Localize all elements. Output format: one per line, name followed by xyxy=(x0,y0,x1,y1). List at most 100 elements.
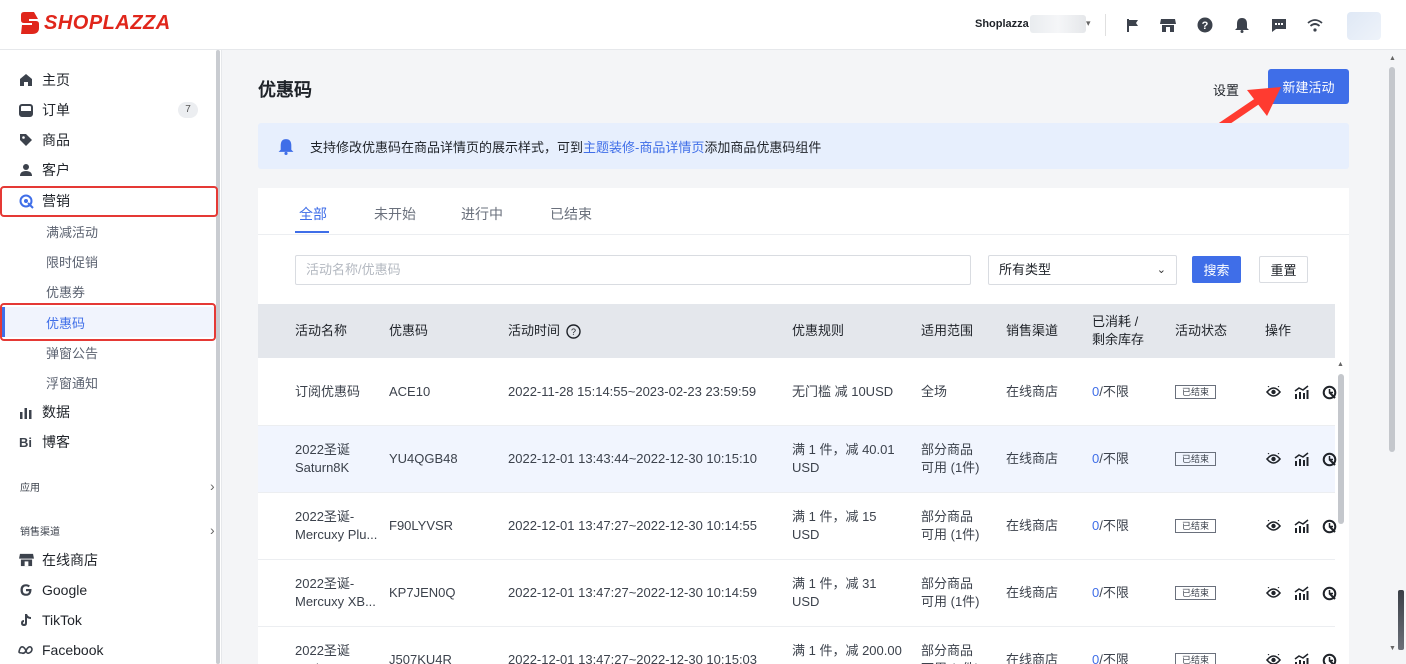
stats-chart-icon[interactable] xyxy=(1293,384,1309,400)
analysis-icon[interactable] xyxy=(1321,518,1337,534)
analysis-icon[interactable] xyxy=(1321,652,1337,664)
status-badge: 已结束 xyxy=(1175,586,1217,600)
bell-icon[interactable] xyxy=(1232,15,1252,35)
tab-not-started[interactable]: 未开始 xyxy=(374,204,416,224)
stats-chart-icon[interactable] xyxy=(1293,652,1309,664)
scroll-down-icon[interactable]: ▼ xyxy=(1389,645,1396,652)
cell-code: YU4QGB48 xyxy=(389,451,458,466)
bell-icon xyxy=(278,138,294,155)
scroll-up-icon[interactable]: ▲ xyxy=(1389,55,1396,62)
notice-link[interactable]: 主题装修-商品详情页 xyxy=(583,137,704,156)
chevron-right-icon: › xyxy=(210,522,215,538)
tab-ended[interactable]: 已结束 xyxy=(550,204,592,224)
blog-icon: Bi xyxy=(18,434,34,450)
help-circle-icon[interactable]: ? xyxy=(566,323,581,339)
sidebar-sub-popup[interactable]: 弹窗公告 xyxy=(0,337,216,367)
sidebar-item-home[interactable]: 主页 xyxy=(0,65,216,95)
cell-status: 已结束 xyxy=(1175,359,1217,425)
view-eye-icon[interactable] xyxy=(1265,518,1281,534)
view-eye-icon[interactable] xyxy=(1265,652,1281,664)
reset-button[interactable]: 重置 xyxy=(1259,256,1308,283)
notice-text-after: 添加商品优惠码组件 xyxy=(704,139,822,155)
col-status: 活动状态 xyxy=(1175,323,1228,338)
view-eye-icon[interactable] xyxy=(1265,384,1281,400)
side-widget[interactable] xyxy=(1398,590,1404,650)
table-row[interactable]: 2022圣诞-Mercuxy Plu... F90LYVSR 2022-12-0… xyxy=(258,493,1337,560)
sidebar-channel-google[interactable]: Google xyxy=(0,575,216,605)
google-icon xyxy=(18,582,34,598)
cell-code: J507KU4R xyxy=(389,652,452,664)
col-actions: 操作 xyxy=(1265,323,1292,338)
used-count-link[interactable]: 0 xyxy=(1092,651,1099,664)
cell-time: 2022-12-01 13:47:27~2022-12-30 10:14:59 xyxy=(508,585,758,600)
cell-scope: 部分商品可用 (1件) xyxy=(921,576,980,609)
table-row[interactable]: 2022圣诞Saturn8K YU4QGB48 2022-12-01 13:43… xyxy=(258,426,1337,493)
table-row[interactable]: 2022圣诞Jupiter J507KU4R 2022-12-01 13:47:… xyxy=(258,627,1337,664)
sidebar-sub-floating-notice[interactable]: 浮窗通知 xyxy=(0,367,216,397)
view-eye-icon[interactable] xyxy=(1265,585,1281,601)
sidebar-item-label: Facebook xyxy=(42,642,104,658)
svg-text:?: ? xyxy=(1202,20,1209,32)
flag-icon[interactable] xyxy=(1123,15,1143,35)
help-icon[interactable]: ? xyxy=(1195,15,1215,35)
stats-chart-icon[interactable] xyxy=(1293,451,1309,467)
view-eye-icon[interactable] xyxy=(1265,451,1281,467)
sidebar-item-analytics[interactable]: 数据 xyxy=(0,397,216,427)
sidebar-item-label: 数据 xyxy=(42,404,70,420)
sidebar-item-orders[interactable]: 订单 7 xyxy=(0,95,216,125)
used-count-link[interactable]: 0 xyxy=(1092,517,1099,535)
stats-chart-icon[interactable] xyxy=(1293,585,1309,601)
cell-scope: 部分商品可用 (1件) xyxy=(921,442,980,475)
search-button[interactable]: 搜索 xyxy=(1192,256,1241,283)
tab-in-progress[interactable]: 进行中 xyxy=(461,204,503,224)
account-name[interactable]: Shoplazza xyxy=(975,18,1029,30)
analysis-icon[interactable] xyxy=(1321,451,1337,467)
store-icon xyxy=(18,552,34,568)
status-badge: 已结束 xyxy=(1175,452,1217,466)
status-badge: 已结束 xyxy=(1175,653,1217,664)
cell-time: 2022-12-01 13:43:44~2022-12-30 10:15:10 xyxy=(508,451,758,466)
sidebar-section-apps[interactable]: 应用 › xyxy=(0,471,216,501)
sidebar-section-channels[interactable]: 销售渠道 › xyxy=(0,515,216,545)
wifi-icon[interactable] xyxy=(1305,15,1325,35)
brand-logo[interactable]: SHOPLAZZA xyxy=(20,11,171,35)
row-actions xyxy=(1265,560,1337,626)
cell-rule: 满 1 件，减 40.01 USD xyxy=(792,442,895,475)
used-count-link[interactable]: 0 xyxy=(1092,584,1099,602)
cell-name: 2022圣诞-Mercuxy Plu... xyxy=(295,509,378,542)
table-row[interactable]: 2022圣诞-Mercuxy XB... KP7JEN0Q 2022-12-01… xyxy=(258,560,1337,627)
sidebar-sub-flash-sale[interactable]: 限时促销 xyxy=(0,246,216,276)
user-avatar[interactable] xyxy=(1347,12,1381,40)
stats-chart-icon[interactable] xyxy=(1293,518,1309,534)
used-count-link[interactable]: 0 xyxy=(1092,450,1099,468)
cell-used-stock: 0/不限 xyxy=(1092,560,1129,626)
sidebar-item-customers[interactable]: 客户 xyxy=(0,155,216,185)
highlight-marketing xyxy=(0,186,218,217)
chat-icon[interactable] xyxy=(1269,15,1289,35)
sidebar-sub-coupons[interactable]: 优惠券 xyxy=(0,276,216,306)
sidebar-item-label: 客户 xyxy=(42,162,70,178)
page-scrollbar[interactable] xyxy=(1389,67,1395,452)
store-icon[interactable] xyxy=(1158,15,1178,35)
cell-channel: 在线商店 xyxy=(1006,384,1059,399)
sidebar-channel-online-store[interactable]: 在线商店 xyxy=(0,545,216,575)
sidebar-sub-full-reduction[interactable]: 满减活动 xyxy=(0,216,216,246)
used-count-link[interactable]: 0 xyxy=(1092,383,1099,401)
top-divider xyxy=(1105,14,1106,36)
account-caret-icon[interactable]: ▾ xyxy=(1086,18,1091,29)
sidebar-item-blog[interactable]: Bi 博客 xyxy=(0,427,216,457)
analysis-icon[interactable] xyxy=(1321,585,1337,601)
type-select[interactable]: 所有类型 ⌄ xyxy=(988,255,1177,285)
tab-all[interactable]: 全部 xyxy=(299,204,327,224)
sidebar-channel-facebook[interactable]: Facebook xyxy=(0,635,216,664)
sidebar-item-label: TikTok xyxy=(42,612,82,628)
search-input[interactable]: 活动名称/优惠码 xyxy=(295,255,971,285)
table-scrollbar[interactable] xyxy=(1338,374,1344,524)
sidebar-channel-tiktok[interactable]: TikTok xyxy=(0,605,216,635)
sidebar-scrollbar[interactable] xyxy=(216,50,220,664)
analysis-icon[interactable] xyxy=(1321,384,1337,400)
scroll-up-icon[interactable]: ▲ xyxy=(1337,361,1344,368)
table-row[interactable]: 订阅优惠码 ACE10 2022-11-28 15:14:55~2023-02-… xyxy=(258,359,1337,426)
sidebar-item-products[interactable]: 商品 xyxy=(0,125,216,155)
sidebar-item-label: 博客 xyxy=(42,434,70,450)
